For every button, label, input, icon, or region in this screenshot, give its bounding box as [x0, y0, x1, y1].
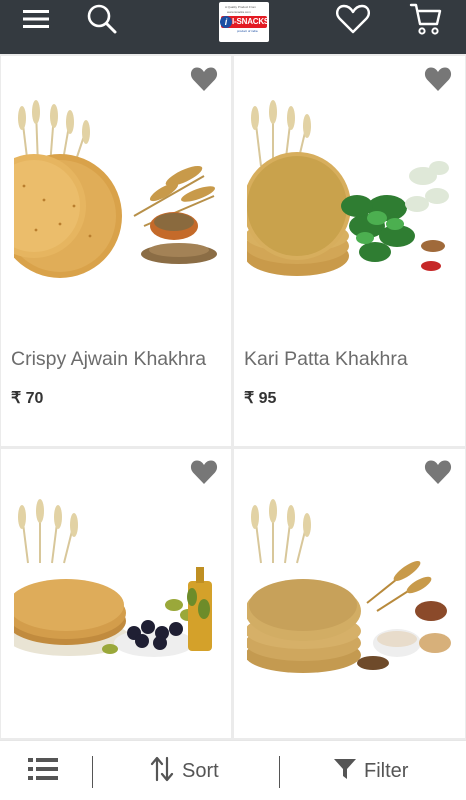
list-view-icon[interactable] — [28, 757, 64, 785]
toolbar-divider — [279, 756, 280, 788]
filter-icon — [334, 758, 356, 785]
heart-icon[interactable] — [190, 66, 218, 92]
sort-icon — [150, 756, 174, 787]
filter-label: Filter — [364, 759, 409, 782]
product-image[interactable] — [243, 96, 453, 286]
search-icon[interactable] — [84, 2, 120, 36]
product-price: ₹ 95 — [244, 390, 277, 407]
top-app-bar: A Quality Product From www.isnacks.com i… — [0, 0, 466, 54]
wishlist-icon[interactable] — [334, 2, 372, 36]
brand-logo[interactable]: A Quality Product From www.isnacks.com i… — [219, 2, 269, 42]
product-title[interactable]: Crispy Ajwain Khakhra — [11, 348, 206, 371]
cart-icon[interactable] — [406, 0, 446, 38]
product-image[interactable] — [1, 96, 220, 286]
logo-tagline: A Quality Product From — [225, 5, 257, 9]
product-image[interactable] — [245, 493, 453, 683]
product-grid: Crispy Ajwain Khakhra ₹ 70 Kari Patta Kh… — [0, 54, 466, 738]
logo-letter: i — [220, 16, 232, 28]
heart-icon[interactable] — [424, 66, 452, 92]
sort-label: Sort — [182, 759, 219, 782]
product-card[interactable] — [234, 449, 465, 738]
product-image[interactable] — [6, 493, 220, 683]
heart-icon[interactable] — [424, 459, 452, 485]
logo-text: I-SNACKS — [232, 17, 269, 26]
product-card[interactable] — [1, 449, 231, 738]
sort-button[interactable]: Sort — [150, 755, 219, 787]
logo-tagline-2: www.isnacks.com — [227, 10, 251, 14]
bottom-toolbar: Sort Filter — [0, 740, 466, 800]
product-price: ₹ 70 — [11, 390, 44, 407]
logo-sub: product of india — [237, 29, 258, 33]
product-card[interactable]: Kari Patta Khakhra ₹ 95 — [234, 56, 465, 446]
menu-icon[interactable] — [20, 8, 52, 30]
filter-button[interactable]: Filter — [334, 755, 408, 787]
product-card[interactable]: Crispy Ajwain Khakhra ₹ 70 — [1, 56, 231, 446]
toolbar-divider — [92, 756, 93, 788]
heart-icon[interactable] — [190, 459, 218, 485]
product-title[interactable]: Kari Patta Khakhra — [244, 348, 408, 371]
